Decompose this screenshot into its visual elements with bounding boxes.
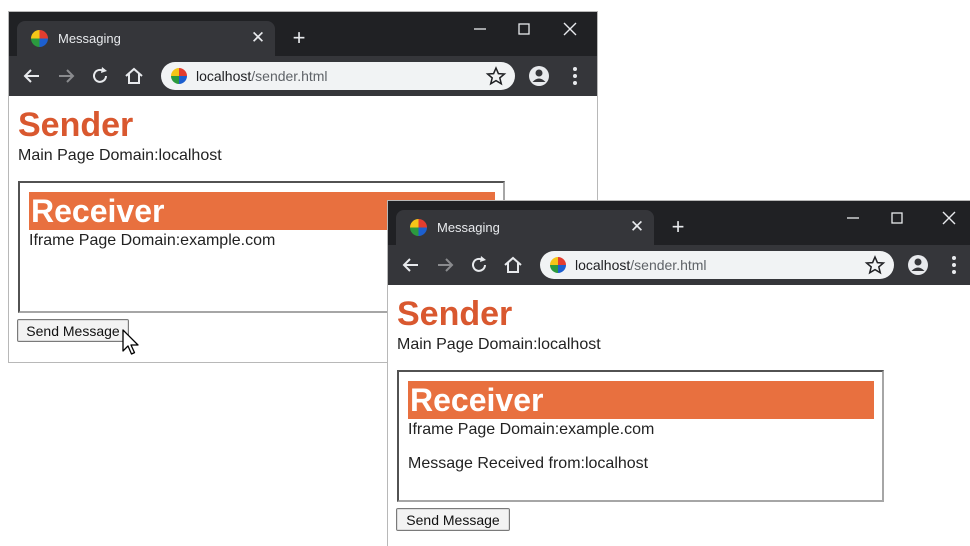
new-tab-plus-icon[interactable]: + xyxy=(666,215,690,239)
toolbar: localhost/sender.html xyxy=(9,56,597,96)
main-domain-text: Main Page Domain:localhost xyxy=(18,147,222,164)
receiver-iframe: Receiver Iframe Page Domain:example.com … xyxy=(397,370,884,502)
tab-title: Messaging xyxy=(58,31,121,46)
send-message-button[interactable]: Send Message xyxy=(17,319,129,342)
profile-avatar-icon[interactable] xyxy=(906,253,930,277)
window-close-icon[interactable] xyxy=(938,207,960,229)
tab-close-icon[interactable]: ✕ xyxy=(626,214,648,240)
site-favicon-icon xyxy=(171,68,187,84)
page-title: Sender xyxy=(397,295,513,333)
bookmark-star-icon[interactable] xyxy=(864,254,886,276)
iframe-domain-text: Iframe Page Domain:example.com xyxy=(408,421,655,438)
profile-avatar-icon[interactable] xyxy=(527,64,551,88)
tab-messaging[interactable]: Messaging ✕ xyxy=(396,210,654,245)
forward-arrow-icon[interactable] xyxy=(55,65,77,87)
reload-icon[interactable] xyxy=(89,65,111,87)
home-icon[interactable] xyxy=(123,65,145,87)
back-arrow-icon[interactable] xyxy=(400,254,422,276)
home-icon[interactable] xyxy=(502,254,524,276)
address-bar[interactable]: localhost/sender.html xyxy=(161,62,515,90)
minimize-icon[interactable] xyxy=(469,18,491,40)
page-content: Sender Main Page Domain:localhost Receiv… xyxy=(388,285,970,546)
page-favicon-icon xyxy=(31,30,48,47)
browser-window-sender-after: Messaging ✕ + localhost/sender.html Send… xyxy=(387,200,970,546)
page-favicon-icon xyxy=(410,219,427,236)
send-message-button[interactable]: Send Message xyxy=(396,508,510,531)
message-received-text: Message Received from:localhost xyxy=(408,455,649,472)
toolbar: localhost/sender.html xyxy=(388,245,970,285)
title-bar: Messaging ✕ + xyxy=(9,12,597,56)
menu-kebab-icon[interactable] xyxy=(944,253,964,277)
tab-close-icon[interactable]: ✕ xyxy=(247,25,269,51)
maximize-icon[interactable] xyxy=(513,18,535,40)
forward-arrow-icon[interactable] xyxy=(434,254,456,276)
back-arrow-icon[interactable] xyxy=(21,65,43,87)
maximize-icon[interactable] xyxy=(886,207,908,229)
main-domain-text: Main Page Domain:localhost xyxy=(397,336,601,353)
new-tab-plus-icon[interactable]: + xyxy=(287,26,311,50)
title-bar: Messaging ✕ + xyxy=(388,201,970,245)
bookmark-star-icon[interactable] xyxy=(485,65,507,87)
site-favicon-icon xyxy=(550,257,566,273)
url-text: localhost/sender.html xyxy=(196,68,328,84)
page-title: Sender xyxy=(18,106,134,144)
iframe-domain-text: Iframe Page Domain:example.com xyxy=(29,232,276,249)
url-text: localhost/sender.html xyxy=(575,257,707,273)
menu-kebab-icon[interactable] xyxy=(565,64,585,88)
receiver-heading: Receiver xyxy=(408,381,874,419)
address-bar[interactable]: localhost/sender.html xyxy=(540,251,894,279)
minimize-icon[interactable] xyxy=(842,207,864,229)
reload-icon[interactable] xyxy=(468,254,490,276)
tab-title: Messaging xyxy=(437,220,500,235)
tab-messaging[interactable]: Messaging ✕ xyxy=(17,21,275,56)
arrow-cursor-icon xyxy=(121,329,141,357)
window-close-icon[interactable] xyxy=(559,18,581,40)
